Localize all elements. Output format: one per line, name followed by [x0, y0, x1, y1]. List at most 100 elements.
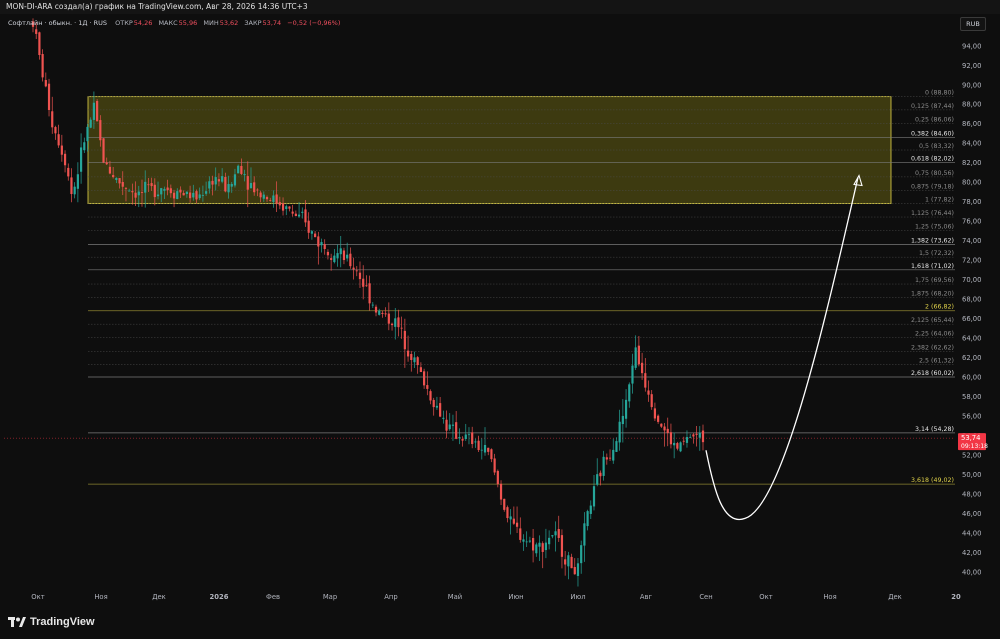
candle-body [689, 436, 692, 438]
y-axis-tick: 90,00 [962, 81, 981, 89]
candle-body [182, 193, 185, 196]
candle-body [429, 391, 432, 401]
y-axis-tick: 66,00 [962, 315, 981, 323]
candle-body [92, 102, 96, 120]
candle-body [79, 147, 83, 172]
tradingview-logo[interactable]: TradingView [8, 615, 95, 629]
candle-body [551, 535, 554, 537]
candle-body [451, 424, 455, 426]
candle-body [615, 441, 618, 452]
candle-body [365, 285, 368, 287]
fib-level-label: 0,75 (80,56) [915, 170, 954, 177]
candle-body [102, 138, 105, 163]
price-chart[interactable]: 0 (88,80) 0,125 (87,44) 0,25 (86,06) 0,382 … [0, 0, 1000, 610]
candle-body [631, 365, 634, 384]
candle-body [124, 188, 128, 189]
candle-body [586, 511, 589, 527]
y-axis-tick: 40,00 [962, 568, 981, 576]
candle-body [596, 474, 599, 485]
candle-body [541, 543, 544, 552]
y-axis-tick: 72,00 [962, 257, 981, 265]
candle-body [249, 183, 253, 189]
candle-body [669, 432, 673, 445]
x-axis-tick: Окт [31, 593, 44, 601]
x-axis-tick: Ноя [94, 593, 107, 601]
candle-body [60, 145, 63, 155]
currency-button[interactable]: RUB [960, 17, 986, 31]
candle-body [275, 194, 278, 204]
fib-level-label: 1,382 (73,62) [911, 238, 954, 245]
ohlc-high-value: 55,96 [178, 19, 198, 27]
candle-body [426, 385, 429, 389]
candle-body [41, 54, 44, 78]
candle-body [224, 177, 227, 192]
candle-body [51, 111, 54, 128]
candle-body [419, 367, 422, 373]
candle-body [358, 272, 362, 280]
y-axis-tick: 86,00 [962, 120, 981, 128]
footer [0, 610, 1000, 639]
candle-body [243, 174, 246, 176]
candle-body [121, 181, 124, 187]
x-axis-tick: Окт [759, 593, 772, 601]
candle-body [294, 213, 297, 217]
candle-body [637, 345, 640, 365]
price-tag-countdown: 09:13:18 [961, 443, 988, 450]
candle-body [567, 555, 570, 567]
candle-body [660, 423, 663, 427]
candle-body [525, 541, 528, 543]
candle-body [464, 434, 467, 440]
candle-body [685, 437, 689, 443]
candle-body [137, 191, 140, 196]
candle-body [285, 206, 288, 209]
candle-body [237, 165, 240, 174]
fib-level-label: 1 (77,82) [925, 197, 954, 204]
candle-body [368, 283, 371, 304]
fib-level-label: 2,382 (62,62) [911, 345, 954, 352]
candle-body [54, 127, 57, 134]
fib-level-label: 1,5 (72,32) [919, 250, 954, 257]
y-axis-tick: 92,00 [962, 62, 981, 70]
candle-body [390, 323, 394, 326]
candle-body [67, 167, 70, 177]
fib-level-label: 1,125 (76,44) [911, 210, 954, 217]
candle-body [676, 443, 679, 449]
candle-body [221, 176, 224, 182]
candle-body [487, 447, 490, 452]
candle-body [397, 317, 400, 328]
candle-body [297, 214, 301, 217]
candle-body [44, 80, 47, 87]
x-axis-tick: Апр [384, 593, 397, 601]
symbol-name[interactable]: Софтлайн · обыкн. · 1Д · RUS [8, 19, 107, 27]
candle-body [400, 327, 403, 329]
candle-body [118, 178, 121, 184]
candle-body [131, 191, 134, 193]
y-axis-tick: 84,00 [962, 140, 981, 148]
candle-body [185, 191, 188, 194]
fib-level-label: 0,125 (87,44) [911, 103, 954, 110]
fib-level-label: 2,618 (60,02) [911, 370, 954, 377]
candle-body [115, 177, 118, 180]
tradingview-brand: TradingView [30, 616, 95, 628]
candle-body [128, 190, 131, 192]
x-axis-tick: 2026 [210, 593, 229, 601]
candle-body [192, 192, 195, 198]
candle-body [57, 134, 60, 146]
candle-body [544, 542, 548, 551]
candle-body [483, 444, 487, 453]
candle-body [698, 432, 701, 438]
candle-body [602, 456, 605, 476]
candle-body [339, 248, 342, 255]
candle-body [169, 188, 172, 194]
candle-body [477, 440, 480, 451]
candle-body [166, 187, 169, 191]
candle-body [336, 253, 339, 259]
candle-body [73, 186, 76, 195]
candle-body [317, 236, 320, 247]
candle-body [105, 162, 108, 165]
candle-body [535, 544, 538, 554]
candle-body [548, 537, 551, 545]
candle-body [63, 153, 67, 166]
candle-body [580, 545, 583, 564]
fib-level-label: 1,25 (75,06) [915, 223, 954, 230]
